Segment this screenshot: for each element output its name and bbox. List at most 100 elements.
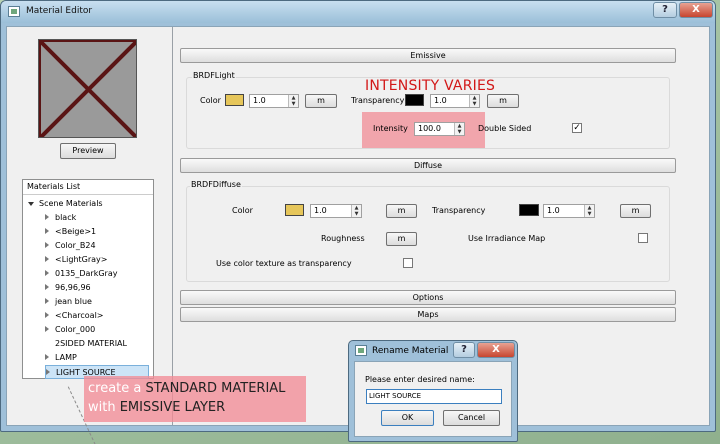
maps-section-bar[interactable]: Maps: [180, 307, 676, 322]
material-list-item[interactable]: Color_B24: [45, 239, 96, 253]
collapsed-arrow-icon[interactable]: [45, 298, 49, 304]
irradiance-label: Use Irradiance Map: [468, 234, 546, 243]
material-item-label: Color_B24: [55, 241, 96, 250]
material-item-label: LAMP: [55, 353, 77, 362]
standard-material-callout: create a STANDARD MATERIAL with EMISSIVE…: [84, 376, 306, 422]
collapsed-arrow-icon[interactable]: [45, 326, 49, 332]
material-list-item[interactable]: <LightGray>: [45, 253, 108, 267]
collapsed-arrow-icon[interactable]: [45, 214, 49, 220]
double-sided-label: Double Sided: [478, 124, 532, 133]
intensity-annotation: INTENSITY VARIES: [365, 78, 496, 94]
material-list-item[interactable]: 96,96,96: [45, 281, 91, 295]
intensity-stepper[interactable]: 100.0 ▲ ▼: [414, 122, 465, 136]
material-item-label: 96,96,96: [55, 283, 91, 292]
rename-material-dialog: Rename Material ? X Please enter desired…: [348, 340, 518, 442]
cancel-button[interactable]: Cancel: [443, 410, 500, 426]
callout-text: with: [88, 400, 120, 415]
callout-line-1: create a STANDARD MATERIAL: [88, 381, 285, 396]
emissive-transparency-swatch[interactable]: [405, 94, 424, 106]
emissive-section-bar[interactable]: Emissive: [180, 48, 676, 63]
panel-divider: [172, 27, 173, 425]
dialog-title: Rename Material: [372, 346, 449, 356]
diffuse-section-bar[interactable]: Diffuse: [180, 158, 676, 173]
diffuse-transparency-stepper[interactable]: 1.0 ▲ ▼: [543, 204, 595, 218]
brdfdiffuse-group-title: BRDFDiffuse: [190, 180, 242, 189]
help-button[interactable]: ?: [653, 2, 677, 18]
material-list-item[interactable]: LAMP: [45, 351, 77, 365]
spin-arrows-icon[interactable]: ▲ ▼: [351, 205, 361, 217]
diffuse-color-stepper[interactable]: 1.0 ▲ ▼: [310, 204, 362, 218]
ok-button[interactable]: OK: [381, 410, 434, 426]
irradiance-checkbox[interactable]: [638, 233, 648, 243]
material-item-label: <LightGray>: [55, 255, 108, 264]
emissive-color-label: Color: [200, 96, 221, 105]
spin-arrows-icon[interactable]: ▲ ▼: [584, 205, 594, 217]
spin-arrows-icon[interactable]: ▲ ▼: [469, 95, 479, 107]
emissive-transparency-stepper[interactable]: 1.0 ▲ ▼: [430, 94, 480, 108]
diffuse-transparency-value: 1.0: [547, 206, 560, 215]
dialog-help-button[interactable]: ?: [453, 342, 475, 358]
emissive-color-map-button[interactable]: m: [305, 94, 337, 108]
material-list-item[interactable]: jean blue: [45, 295, 92, 309]
spin-arrows-icon[interactable]: ▲ ▼: [454, 123, 464, 135]
diffuse-color-value: 1.0: [314, 206, 327, 215]
color-texture-checkbox[interactable]: [403, 258, 413, 268]
tree-root-scene-materials[interactable]: Scene Materials: [28, 197, 103, 211]
diffuse-color-label: Color: [232, 206, 253, 215]
diffuse-transparency-map-button[interactable]: m: [620, 204, 651, 218]
collapsed-arrow-icon[interactable]: [46, 369, 50, 375]
callout-emphasis: STANDARD MATERIAL: [145, 381, 286, 396]
missing-texture-icon: [39, 40, 136, 137]
collapsed-arrow-icon[interactable]: [45, 270, 49, 276]
emissive-color-swatch[interactable]: [225, 94, 244, 106]
material-item-label: jean blue: [55, 297, 92, 306]
preview-button[interactable]: Preview: [60, 143, 116, 159]
close-button[interactable]: X: [679, 2, 713, 18]
material-item-label: <Beige>1: [55, 227, 97, 236]
brdflight-group-title: BRDFLight: [192, 71, 236, 80]
roughness-map-button[interactable]: m: [386, 232, 417, 246]
collapsed-arrow-icon[interactable]: [45, 228, 49, 234]
diffuse-color-swatch[interactable]: [285, 204, 304, 216]
materials-list-header: Materials List: [23, 180, 153, 195]
app-icon: [8, 6, 20, 17]
emissive-transparency-value: 1.0: [434, 96, 447, 105]
material-item-label: Color_000: [55, 325, 96, 334]
diffuse-transparency-label: Transparency: [432, 206, 486, 215]
dialog-close-button[interactable]: X: [477, 342, 515, 358]
callout-line-2: with EMISSIVE LAYER: [88, 400, 225, 415]
collapsed-arrow-icon[interactable]: [45, 242, 49, 248]
material-item-label: 0135_DarkGray: [55, 269, 118, 278]
callout-text: create a: [88, 381, 146, 396]
emissive-color-stepper[interactable]: 1.0 ▲ ▼: [249, 94, 299, 108]
roughness-label: Roughness: [321, 234, 365, 243]
collapsed-arrow-icon[interactable]: [45, 256, 49, 262]
title-bar[interactable]: Material Editor ? X: [1, 1, 715, 23]
material-preview-thumbnail: [38, 39, 137, 138]
collapsed-arrow-icon[interactable]: [45, 354, 49, 360]
material-name-input[interactable]: LIGHT SOURCE: [366, 389, 502, 404]
material-list-item[interactable]: Color_000: [45, 323, 95, 337]
material-item-label: 2SIDED MATERIAL: [55, 339, 127, 348]
emissive-transparency-map-button[interactable]: m: [487, 94, 519, 108]
diffuse-color-map-button[interactable]: m: [386, 204, 417, 218]
material-list-item[interactable]: black: [45, 211, 76, 225]
callout-emphasis: EMISSIVE LAYER: [119, 400, 226, 415]
collapsed-arrow-icon[interactable]: [45, 284, 49, 290]
spin-arrows-icon[interactable]: ▲ ▼: [288, 95, 298, 107]
expanded-arrow-icon[interactable]: [28, 201, 34, 206]
window-title: Material Editor: [26, 6, 93, 16]
double-sided-checkbox[interactable]: ✓: [572, 123, 582, 133]
material-list-item[interactable]: 0135_DarkGray: [45, 267, 117, 281]
material-list-item[interactable]: <Charcoal>: [45, 309, 104, 323]
dialog-prompt: Please enter desired name:: [365, 375, 475, 384]
emissive-color-value: 1.0: [253, 96, 266, 105]
material-list-item[interactable]: 2SIDED MATERIAL: [45, 337, 127, 351]
collapsed-arrow-icon[interactable]: [45, 312, 49, 318]
color-texture-label: Use color texture as transparency: [216, 259, 352, 268]
material-list-item[interactable]: <Beige>1: [45, 225, 96, 239]
materials-list-panel: Materials List Scene Materials black <Bei…: [22, 179, 154, 379]
emissive-transparency-label: Transparency: [351, 96, 405, 105]
diffuse-transparency-swatch[interactable]: [519, 204, 539, 216]
options-section-bar[interactable]: Options: [180, 290, 676, 305]
